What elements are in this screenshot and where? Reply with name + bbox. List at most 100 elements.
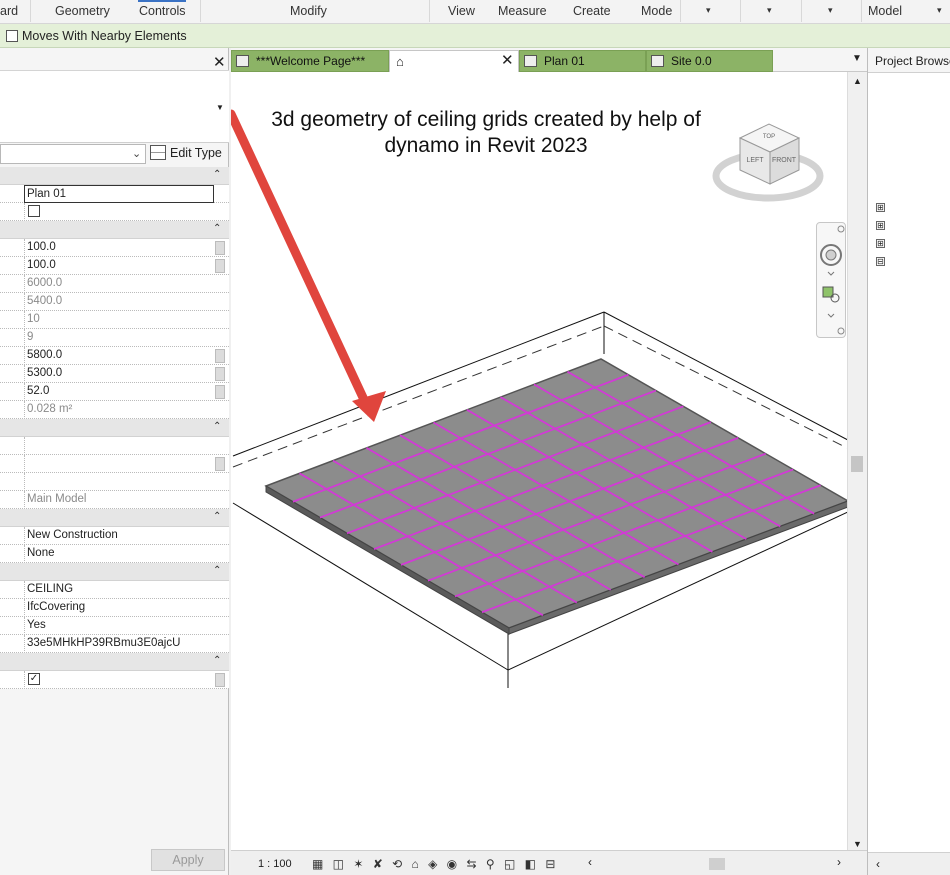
- property-group-header[interactable]: ⌃: [0, 167, 229, 185]
- property-value[interactable]: 100.0: [24, 239, 214, 257]
- property-group-header[interactable]: ⌃: [0, 653, 229, 671]
- ribbon-panel-clipboard[interactable]: ard: [0, 4, 18, 18]
- scroll-left-icon[interactable]: ‹: [588, 855, 592, 869]
- property-row: 9: [0, 329, 229, 347]
- expand-node-icon[interactable]: ⊞: [876, 221, 885, 230]
- ribbon-panel-measure[interactable]: Measure: [498, 4, 547, 18]
- ribbon-panel-controls[interactable]: Controls: [139, 4, 186, 18]
- property-value: 0.028 m²: [24, 401, 214, 419]
- collapse-group-icon[interactable]: ⌃: [213, 223, 221, 234]
- expand-node-icon[interactable]: ⊞: [876, 203, 885, 212]
- tab-label: Site 0.0: [671, 54, 712, 68]
- property-edit-button[interactable]: [215, 457, 225, 471]
- property-value: ✓: [24, 671, 214, 689]
- edit-type-button[interactable]: Edit Type: [150, 145, 222, 163]
- property-group-header[interactable]: ⌃: [0, 221, 229, 239]
- scroll-right-icon[interactable]: ›: [837, 855, 841, 869]
- collapse-node-icon[interactable]: ⊟: [876, 257, 885, 266]
- ribbon-panel-create[interactable]: Create: [573, 4, 611, 18]
- property-value[interactable]: Plan 01: [24, 185, 214, 203]
- property-edit-button[interactable]: [215, 673, 225, 687]
- property-row: Main Model: [0, 491, 229, 509]
- dropdown-arrow-icon[interactable]: ▾: [828, 5, 833, 16]
- property-value[interactable]: CEILING: [24, 581, 214, 599]
- dropdown-arrow-icon[interactable]: ▼: [216, 103, 224, 112]
- property-checkbox[interactable]: ✓: [28, 673, 40, 685]
- apply-button[interactable]: Apply: [151, 849, 225, 871]
- dropdown-arrow-icon[interactable]: ▾: [767, 5, 772, 16]
- property-value: [24, 203, 214, 221]
- property-edit-button[interactable]: [215, 349, 225, 363]
- ribbon-panel-modify[interactable]: Modify: [290, 4, 327, 18]
- tab-menu-icon[interactable]: ▼: [852, 53, 862, 64]
- property-row: CEILING: [0, 581, 229, 599]
- ribbon-panel-model[interactable]: Model: [868, 4, 902, 18]
- property-value[interactable]: [24, 455, 214, 473]
- tab-plan-01[interactable]: Plan 01: [519, 50, 646, 72]
- property-row: IfcCovering: [0, 599, 229, 617]
- collapse-group-icon[interactable]: ⌃: [213, 421, 221, 432]
- collapse-group-icon[interactable]: ⌃: [213, 511, 221, 522]
- scrollbar-thumb[interactable]: [851, 456, 863, 472]
- scroll-up-icon[interactable]: ▲: [853, 76, 862, 86]
- 3d-viewport[interactable]: TOP LEFT FRONT: [226, 72, 866, 850]
- view-icon: [236, 55, 249, 67]
- property-group-header[interactable]: ⌃: [0, 563, 229, 581]
- property-value[interactable]: 5300.0: [24, 365, 214, 383]
- property-edit-button[interactable]: [215, 241, 225, 255]
- property-row: 6000.0: [0, 275, 229, 293]
- ribbon-separator: [200, 0, 201, 22]
- dropdown-arrow-icon[interactable]: ▾: [706, 5, 711, 16]
- property-value[interactable]: 5800.0: [24, 347, 214, 365]
- instance-filter-dropdown[interactable]: ⌄: [0, 144, 146, 164]
- ribbon-panel-mode[interactable]: Mode: [641, 4, 672, 18]
- property-value: 9: [24, 329, 214, 347]
- view-scale[interactable]: 1 : 100: [258, 858, 292, 870]
- property-group-header[interactable]: ⌃: [0, 419, 229, 437]
- browser-horizontal-scrollbar[interactable]: ‹: [868, 852, 950, 875]
- edit-type-icon: [150, 145, 166, 160]
- property-value[interactable]: [24, 437, 214, 455]
- property-edit-button[interactable]: [215, 385, 225, 399]
- view-control-icons[interactable]: ▦ ◫ ✶ ✘ ⟲ ⌂ ◈ ◉ ⇆ ⚲ ◱ ◧ ⊟: [312, 857, 558, 871]
- tab-welcome-page[interactable]: ***Welcome Page***: [231, 50, 389, 72]
- scroll-left-icon[interactable]: ‹: [876, 857, 880, 871]
- property-group-header[interactable]: ⌃: [0, 509, 229, 527]
- edit-type-label: Edit Type: [170, 146, 222, 160]
- properties-panel: ✕ ▼ ⌄ Edit Type ⌃ Plan 01 ⌃ 100.0 100.0 6000.…: [0, 48, 229, 875]
- options-bar: Moves With Nearby Elements: [0, 24, 950, 48]
- navigation-bar[interactable]: [816, 222, 846, 338]
- property-value[interactable]: 52.0: [24, 383, 214, 401]
- dropdown-arrow-icon[interactable]: ▾: [937, 5, 942, 16]
- property-value[interactable]: New Construction: [24, 527, 214, 545]
- tab-label: Plan 01: [544, 54, 585, 68]
- property-value[interactable]: None: [24, 545, 214, 563]
- expand-node-icon[interactable]: ⊞: [876, 239, 885, 248]
- 3d-view-icon: ⌂: [396, 54, 404, 69]
- ribbon-panel-geometry[interactable]: Geometry: [55, 4, 110, 18]
- property-value[interactable]: Yes: [24, 617, 214, 635]
- moves-with-nearby-checkbox[interactable]: [6, 30, 18, 42]
- ribbon-panel-view[interactable]: View: [448, 4, 475, 18]
- property-edit-button[interactable]: [215, 367, 225, 381]
- property-value[interactable]: 100.0: [24, 257, 214, 275]
- tab-site-0[interactable]: Site 0.0: [646, 50, 773, 72]
- property-value[interactable]: IfcCovering: [24, 599, 214, 617]
- tab-3d-view[interactable]: ⌂ ✕: [389, 50, 519, 72]
- scroll-down-icon[interactable]: ▼: [853, 839, 862, 849]
- property-checkbox[interactable]: [28, 205, 40, 217]
- ribbon-separator: [861, 0, 862, 22]
- close-tab-icon[interactable]: ✕: [501, 51, 514, 71]
- vertical-scrollbar[interactable]: ▲ ▼: [847, 72, 865, 850]
- collapse-group-icon[interactable]: ⌃: [213, 169, 221, 180]
- viewcube[interactable]: TOP LEFT FRONT: [712, 123, 824, 202]
- type-selector[interactable]: ▼: [0, 71, 229, 143]
- property-edit-button[interactable]: [215, 259, 225, 273]
- property-value[interactable]: 33e5MHkHP39RBmu3E0ajcU: [24, 635, 214, 653]
- close-icon[interactable]: ✕: [213, 53, 226, 71]
- property-row: 52.0: [0, 383, 229, 401]
- property-value[interactable]: [24, 473, 214, 491]
- collapse-group-icon[interactable]: ⌃: [213, 655, 221, 666]
- collapse-group-icon[interactable]: ⌃: [213, 565, 221, 576]
- horizontal-scrollbar-thumb[interactable]: [709, 858, 725, 870]
